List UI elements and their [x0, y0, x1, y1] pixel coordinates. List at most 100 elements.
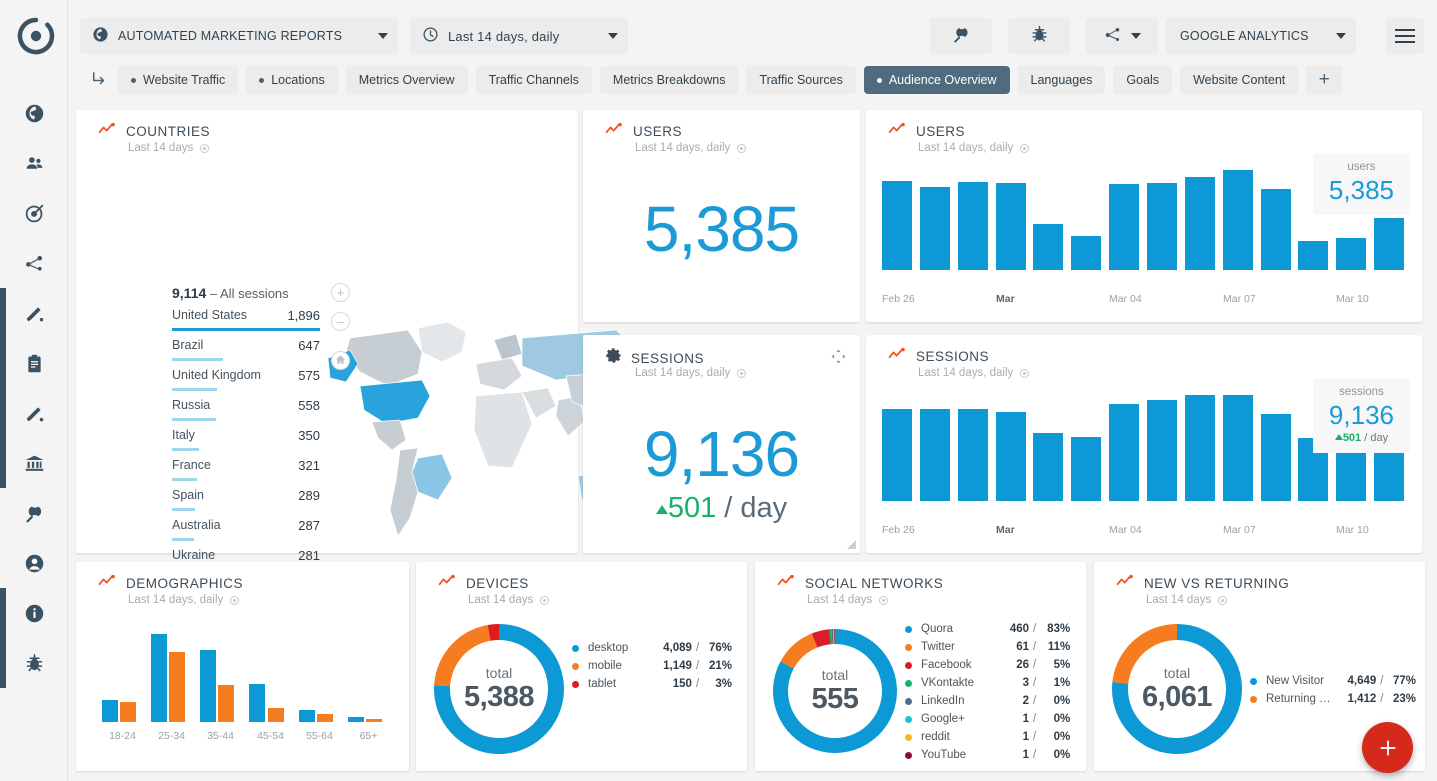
demographics-bar[interactable]	[169, 652, 185, 722]
legend-row[interactable]: LinkedIn2/0%	[905, 692, 1073, 710]
share-button[interactable]	[1086, 18, 1158, 54]
chart-bar[interactable]	[920, 409, 950, 501]
chart-bar[interactable]	[996, 183, 1026, 270]
tab-locations[interactable]: Locations	[246, 66, 338, 94]
map-zoom-in-button[interactable]: +	[331, 283, 350, 302]
sidebar-item-pencil[interactable]	[0, 388, 68, 438]
chart-bar[interactable]	[882, 181, 912, 270]
chart-bar[interactable]	[1336, 238, 1366, 270]
chart-bar[interactable]	[996, 412, 1026, 501]
chart-bar[interactable]	[1109, 184, 1139, 270]
chart-bar[interactable]	[958, 182, 988, 270]
demographics-bar[interactable]	[268, 708, 284, 722]
tab-add-button[interactable]: +	[1306, 66, 1342, 94]
country-row[interactable]: France321	[172, 458, 320, 488]
tab-goals[interactable]: Goals	[1113, 66, 1172, 94]
devices-donut-chart[interactable]: total 5,388	[434, 624, 564, 754]
country-row[interactable]: United Kingdom575	[172, 368, 320, 398]
legend-row[interactable]: reddit1/0%	[905, 728, 1073, 746]
sidebar-item-info[interactable]	[0, 588, 68, 638]
data-source-select[interactable]: GOOGLE ANALYTICS	[1166, 18, 1356, 54]
chart-bar[interactable]	[1109, 404, 1139, 501]
profile-select[interactable]: AUTOMATED MARKETING REPORTS	[80, 18, 398, 54]
legend-row[interactable]: Facebook26/5%	[905, 656, 1073, 674]
sidebar-item-bank[interactable]	[0, 438, 68, 488]
chart-bar[interactable]	[958, 409, 988, 501]
chart-bar[interactable]	[1033, 433, 1063, 501]
legend-row[interactable]: YouTube1/0%	[905, 746, 1073, 764]
chart-bar[interactable]	[1147, 183, 1177, 270]
demographics-bar[interactable]	[348, 717, 364, 722]
date-range-select[interactable]: Last 14 days, daily	[410, 18, 628, 54]
chart-bar[interactable]	[1261, 189, 1291, 270]
sidebar-item-users[interactable]	[0, 138, 68, 188]
tab-traffic-sources[interactable]: Traffic Sources	[746, 66, 855, 94]
chart-bar[interactable]	[1071, 437, 1101, 501]
tab-website-content[interactable]: Website Content	[1180, 66, 1298, 94]
report-bug-button[interactable]	[1008, 18, 1070, 54]
country-row[interactable]: Italy350	[172, 428, 320, 458]
chart-bar[interactable]	[1261, 414, 1291, 501]
sidebar-item-plug[interactable]	[0, 488, 68, 538]
tab-website-traffic[interactable]: Website Traffic	[118, 66, 238, 94]
chart-bar[interactable]	[1298, 241, 1328, 270]
legend-row[interactable]: VKontakte3/1%	[905, 674, 1073, 692]
demographics-bar[interactable]	[120, 702, 136, 722]
map-home-button[interactable]	[331, 351, 350, 370]
demographics-bar[interactable]	[200, 650, 216, 722]
country-row[interactable]: Australia287	[172, 518, 320, 548]
legend-row[interactable]: Quora460/83%	[905, 620, 1073, 638]
sidebar-item-bug[interactable]	[0, 638, 68, 688]
legend-row[interactable]: New Visitor4,649/77%	[1250, 672, 1416, 690]
legend-row[interactable]: tablet150/3%	[572, 675, 732, 693]
country-row[interactable]: Brazil647	[172, 338, 320, 368]
demographics-bar-chart[interactable]: 18-2425-3435-4445-5455-6465+	[98, 624, 393, 744]
chart-bar[interactable]	[1223, 395, 1253, 501]
sidebar-item-edit[interactable]	[0, 288, 68, 338]
add-widget-fab[interactable]	[1362, 722, 1413, 773]
chart-bar[interactable]	[1147, 400, 1177, 501]
tab-traffic-channels[interactable]: Traffic Channels	[476, 66, 592, 94]
legend-row[interactable]: desktop4,089/76%	[572, 639, 732, 657]
nvr-donut-chart[interactable]: total 6,061	[1112, 624, 1242, 754]
sidebar-item-share[interactable]	[0, 238, 68, 288]
legend-row[interactable]: Returning Vi...1,412/23%	[1250, 690, 1416, 708]
resize-handle-icon[interactable]	[847, 540, 856, 549]
main-menu-button[interactable]	[1386, 18, 1424, 54]
demographics-bar[interactable]	[102, 700, 118, 722]
sidebar-item-clipboard[interactable]	[0, 338, 68, 388]
tab-audience-overview[interactable]: Audience Overview	[864, 66, 1010, 94]
sidebar-item-globe[interactable]	[0, 88, 68, 138]
integrations-button[interactable]	[930, 18, 992, 54]
app-logo-icon[interactable]	[16, 16, 56, 56]
chart-bar[interactable]	[1185, 395, 1215, 501]
country-bar	[172, 478, 197, 481]
tab-metrics-breakdowns[interactable]: Metrics Breakdowns	[600, 66, 739, 94]
chart-bar[interactable]	[920, 187, 950, 270]
sidebar-item-target[interactable]	[0, 188, 68, 238]
demographics-bar[interactable]	[151, 634, 167, 722]
country-row[interactable]: Spain289	[172, 488, 320, 518]
tab-languages[interactable]: Languages	[1018, 66, 1106, 94]
map-zoom-out-button[interactable]: –	[331, 312, 350, 331]
chart-bar[interactable]	[882, 409, 912, 501]
demographics-bar[interactable]	[299, 710, 315, 722]
chart-bar[interactable]	[1033, 224, 1063, 270]
chart-bar[interactable]	[1223, 170, 1253, 270]
demographics-bar[interactable]	[366, 719, 382, 722]
demographics-bar[interactable]	[218, 685, 234, 722]
country-row[interactable]: United States1,896	[172, 308, 320, 338]
drag-handle-icon[interactable]	[831, 349, 846, 369]
chart-bar[interactable]	[1185, 177, 1215, 270]
legend-row[interactable]: Google+1/0%	[905, 710, 1073, 728]
country-row[interactable]: Russia558	[172, 398, 320, 428]
legend-row[interactable]: mobile1,149/21%	[572, 657, 732, 675]
chart-bar[interactable]	[1374, 218, 1404, 270]
chart-bar[interactable]	[1071, 236, 1101, 270]
legend-row[interactable]: Twitter61/11%	[905, 638, 1073, 656]
demographics-bar[interactable]	[249, 684, 265, 722]
demographics-bar[interactable]	[317, 714, 333, 722]
sidebar-item-account[interactable]	[0, 538, 68, 588]
tab-metrics-overview[interactable]: Metrics Overview	[346, 66, 468, 94]
social-donut-chart[interactable]: total 555	[773, 629, 897, 753]
